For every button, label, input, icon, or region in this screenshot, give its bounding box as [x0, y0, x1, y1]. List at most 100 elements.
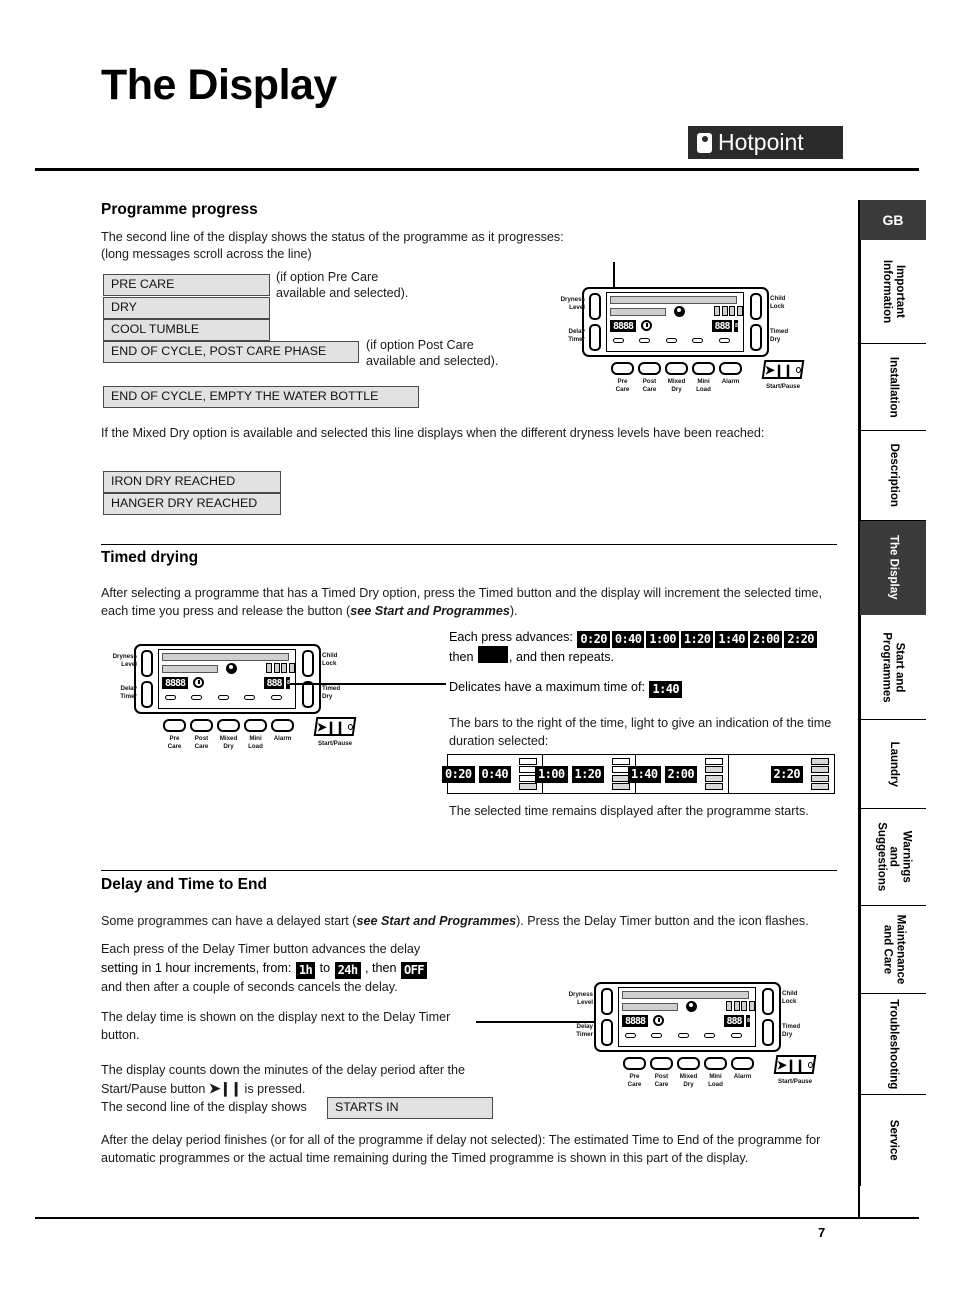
label-dryness-level: Dryness Level: [568, 991, 593, 1006]
sidebar-tab-maintenance-and-care[interactable]: Maintenance and Care: [860, 906, 926, 994]
led-blank: [478, 646, 509, 663]
option-lamp-3: [678, 1033, 689, 1038]
start-pause-button[interactable]: ➤❙❙: [761, 360, 805, 379]
lcd-message-iron-dry-reached: IRON DRY REACHED: [103, 471, 281, 493]
delay-paragraph-2-line1: Each press of the Delay Timer button adv…: [101, 942, 421, 956]
lcd-line-2: [610, 308, 666, 316]
programme-progress-intro-line1: The second line of the display shows the…: [101, 230, 564, 244]
time-units-display: 8: [734, 320, 738, 332]
option-button-mixed-dry[interactable]: [665, 362, 688, 375]
lcd-line-1: [622, 991, 749, 999]
option-button-alarm[interactable]: [719, 362, 742, 375]
option-button-post-care[interactable]: [190, 719, 213, 732]
label-start-pause: Start/Pause: [765, 383, 801, 390]
timed-dry-button[interactable]: [750, 324, 762, 351]
child-lock-button[interactable]: [762, 988, 774, 1015]
sidebar-tab-service[interactable]: Service: [860, 1095, 926, 1186]
led-time-1-40: 1:40: [715, 631, 748, 648]
dryness-level-button[interactable]: [589, 293, 601, 320]
delay-paragraph-4: The display counts down the minutes of t…: [101, 1062, 471, 1098]
page-title: The Display: [101, 61, 337, 109]
option-button-mixed-dry[interactable]: [217, 719, 240, 732]
child-lock-button[interactable]: [750, 293, 762, 320]
option-button-alarm[interactable]: [731, 1057, 754, 1070]
label-child-lock: Child Lock: [782, 990, 798, 1005]
lcd-message-cool-tumble: COOL TUMBLE: [103, 319, 270, 341]
delay-increments-label: setting in 1 hour increments, from:: [101, 961, 292, 975]
delay-timer-button[interactable]: [601, 1019, 613, 1046]
label-timed-dry: Timed Dry: [770, 328, 789, 343]
then-suffix: , and then repeats.: [509, 650, 615, 664]
note-pre-care-line2: available and selected).: [276, 286, 409, 300]
option-button-mixed-dry[interactable]: [677, 1057, 700, 1070]
option-lamp-5: [731, 1033, 742, 1038]
option-button-pre-care[interactable]: [623, 1057, 646, 1070]
option-button-alarm[interactable]: [271, 719, 294, 732]
option-button-post-care[interactable]: [650, 1057, 673, 1070]
option-lamp-1: [625, 1033, 636, 1038]
lcd-line-2: [622, 1003, 678, 1011]
section-tabs-sidebar: GB Important Information Installation De…: [860, 200, 926, 1186]
option-button-mini-load[interactable]: [244, 719, 267, 732]
sidebar-tab-the-display[interactable]: The Display: [860, 521, 926, 615]
delicates-label: Delicates have a maximum time of:: [449, 680, 645, 694]
delay-clock-icon: [641, 320, 652, 331]
start-pause-button[interactable]: ➤❙❙: [313, 717, 357, 736]
delay-segment-display: 8888: [622, 1015, 648, 1027]
drum-icon: [674, 306, 685, 317]
led-bar3-time2: 2:00: [664, 765, 697, 783]
lcd-message-end-of-cycle-post-care: END OF CYCLE, POST CARE PHASE: [103, 341, 359, 363]
delay-timer-button[interactable]: [141, 681, 153, 708]
option-button-post-care[interactable]: [638, 362, 661, 375]
note-post-care-line2: available and selected).: [366, 354, 499, 368]
lcd-message-end-of-cycle-empty-bottle: END OF CYCLE, EMPTY THE WATER BOTTLE: [103, 386, 419, 408]
option-button-mini-load[interactable]: [704, 1057, 727, 1070]
sidebar-tab-warnings-and-suggestions[interactable]: Warnings and Suggestions: [860, 809, 926, 906]
time-segment-display: 888: [724, 1015, 744, 1027]
timed-dry-button[interactable]: [762, 1019, 774, 1046]
sidebar-tab-troubleshooting-label: Troubleshooting: [887, 998, 900, 1090]
label-mini-load: Mini Load: [248, 735, 263, 750]
sidebar-tab-gb[interactable]: GB: [860, 200, 926, 240]
option-button-pre-care[interactable]: [611, 362, 634, 375]
dryness-level-button[interactable]: [141, 650, 153, 677]
heading-timed-drying: Timed drying: [101, 549, 199, 566]
time-segment-display: 888: [264, 677, 284, 689]
sidebar-tab-troubleshooting[interactable]: Troubleshooting: [860, 994, 926, 1095]
led-time-2-20: 2:20: [784, 631, 817, 648]
bars-explanation: The bars to the right of the time, light…: [449, 716, 832, 748]
delay-paragraph-1: Some programmes can have a delayed start…: [101, 913, 851, 931]
footer-divider: [35, 1217, 919, 1219]
drum-icon: [686, 1001, 697, 1012]
delay-paragraph-5: The second line of the display shows: [101, 1100, 307, 1114]
delay-timer-button[interactable]: [589, 324, 601, 351]
label-dryness-level: Dryness Level: [112, 653, 137, 668]
timed-dry-button[interactable]: [302, 681, 314, 708]
option-button-mini-load[interactable]: [692, 362, 715, 375]
duration-bars: [714, 306, 743, 316]
start-pause-inline-icon: ➤❙❙: [208, 1079, 242, 1096]
led-bar2-time2: 1:20: [571, 765, 604, 783]
option-lamp-2: [651, 1033, 662, 1038]
heading-delay-time-to-end: Delay and Time to End: [101, 876, 267, 893]
sidebar-tab-description[interactable]: Description: [860, 431, 926, 521]
dryness-level-button[interactable]: [601, 988, 613, 1015]
sidebar-tab-start-and-programmes[interactable]: Start and Programmes: [860, 615, 926, 720]
duration-bars: [266, 663, 295, 673]
option-lamp-1: [613, 338, 624, 343]
bar-group-2: 1:00 1:20: [535, 755, 636, 793]
sidebar-tab-important-information[interactable]: Important Information: [860, 240, 926, 344]
delay-para1-part2: ). Press the Delay Timer button and the …: [516, 914, 809, 928]
option-button-pre-care[interactable]: [163, 719, 186, 732]
start-indicator-icon: [796, 366, 801, 373]
label-delay-timer: Delay Timer: [120, 685, 137, 700]
option-lamp-4: [244, 695, 255, 700]
play-pause-icon: ➤❙❙: [765, 362, 793, 377]
delay-to-label: to: [319, 961, 331, 975]
label-pre-care: Pre Care: [167, 735, 182, 750]
sidebar-tab-laundry[interactable]: Laundry: [860, 720, 926, 809]
child-lock-button[interactable]: [302, 650, 314, 677]
start-pause-button[interactable]: ➤❙❙: [773, 1055, 817, 1074]
sidebar-tab-installation[interactable]: Installation: [860, 344, 926, 431]
led-time-1-00: 1:00: [646, 631, 679, 648]
